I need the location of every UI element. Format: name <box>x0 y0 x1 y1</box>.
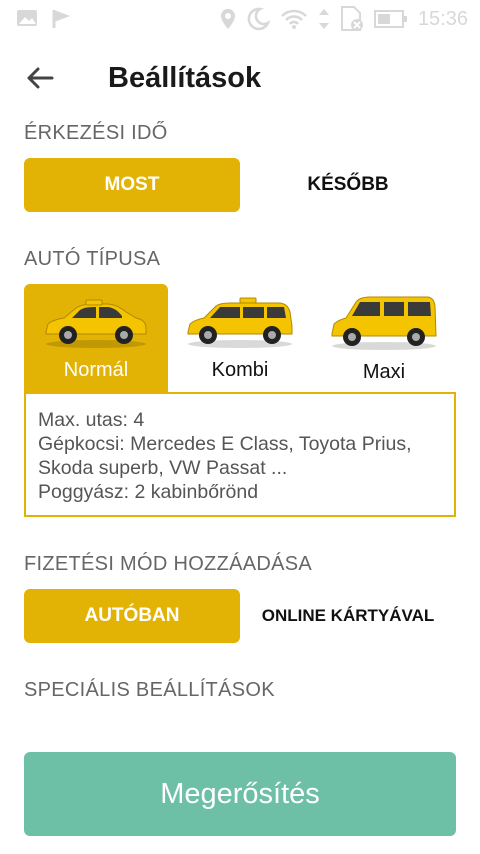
location-icon <box>220 8 236 30</box>
van-taxi-icon <box>328 294 440 357</box>
car-tab-kombi[interactable]: Kombi <box>168 284 312 392</box>
status-time: 15:36 <box>417 7 468 30</box>
max-passengers-text: Max. utas: 4 <box>38 409 145 431</box>
wagon-taxi-icon <box>184 294 296 355</box>
car-tab-maxi[interactable]: Maxi <box>312 284 456 392</box>
arrival-time-label: ÉRKEZÉSI IDŐ <box>24 122 168 144</box>
payment-method-label: FIZETÉSI MÓD HOZZÁADÁSA <box>24 553 313 575</box>
back-button[interactable] <box>22 62 58 98</box>
check-flag-icon <box>52 8 74 30</box>
car-tab-label: Normál <box>63 359 129 381</box>
status-bar: 15:36 <box>0 0 480 40</box>
arrival-now-button[interactable]: MOST <box>24 158 240 212</box>
car-models-text: Gépkocsi: Mercedes E Class, Toyota Prius… <box>38 433 412 455</box>
car-type-label: AUTÓ TÍPUSA <box>24 248 161 270</box>
luggage-text: Poggyász: 2 kabinbőrönd <box>38 481 259 503</box>
page-title: Beállítások <box>108 62 262 94</box>
pay-online-card-button[interactable]: ONLINE KÁRTYÁVAL <box>240 589 456 643</box>
car-tab-label: Kombi <box>211 359 269 381</box>
arrow-left-icon <box>26 66 54 95</box>
moon-icon <box>246 7 270 31</box>
car-tab-label: Maxi <box>362 361 406 383</box>
arrival-later-button[interactable]: KÉSŐBB <box>240 158 456 212</box>
sedan-taxi-icon <box>42 294 150 355</box>
car-info-box: Max. utas: 4 Gépkocsi: Mercedes E Class,… <box>24 392 456 517</box>
special-settings-label: SPECIÁLIS BEÁLLÍTÁSOK <box>24 679 275 701</box>
data-arrows-icon <box>318 8 330 30</box>
car-tab-normal[interactable]: Normál <box>24 284 168 392</box>
battery-icon <box>373 9 408 29</box>
sim-off-icon <box>340 6 364 32</box>
wifi-icon <box>280 8 308 30</box>
image-icon <box>16 8 38 30</box>
app-bar: Beállítások <box>0 48 480 112</box>
car-models-text-cont: Skoda superb, VW Passat ... <box>38 457 288 479</box>
confirm-button[interactable]: Megerősítés <box>24 752 456 836</box>
pay-in-car-button[interactable]: AUTÓBAN <box>24 589 240 643</box>
